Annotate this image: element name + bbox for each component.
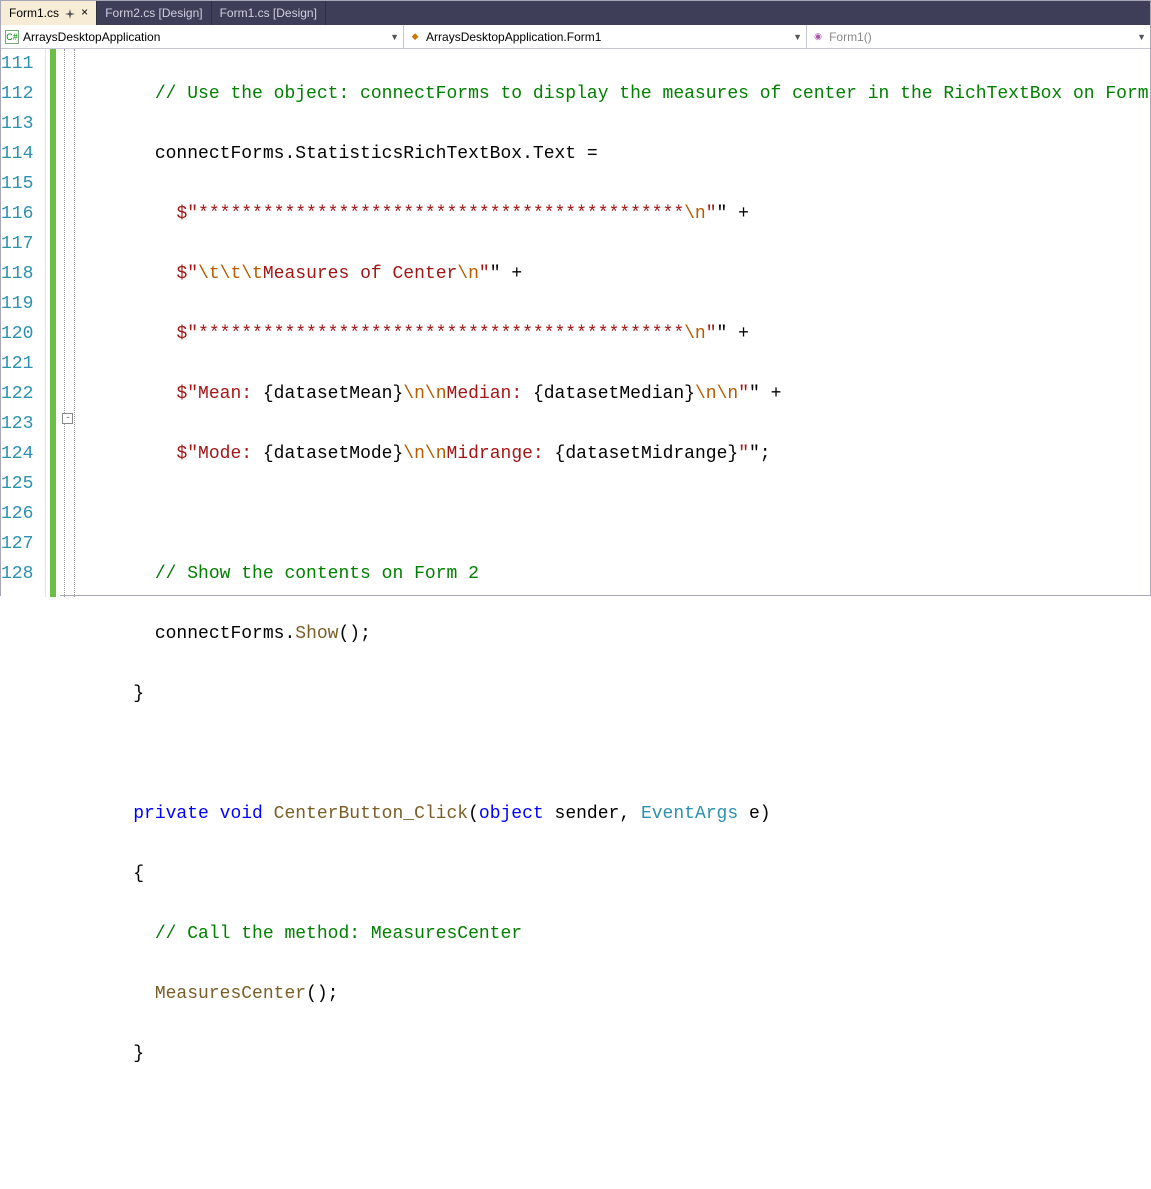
navigation-bar: C# ArraysDesktopApplication ▼ ◆ ArraysDe… xyxy=(1,25,1150,49)
code-line[interactable]: { xyxy=(68,859,1151,889)
csharp-icon: C# xyxy=(5,30,19,44)
code-line[interactable]: connectForms.Show(); xyxy=(68,619,1151,649)
nav-member-dropdown[interactable]: ◉ Form1() ▼ xyxy=(807,25,1150,48)
code-editor[interactable]: 1111121131141151161171181191201211221231… xyxy=(1,49,1150,597)
code-line[interactable] xyxy=(68,1099,1151,1129)
code-line[interactable]: MeasuresCenter(); xyxy=(68,979,1151,1009)
code-line[interactable]: // Call the method: MeasuresCenter xyxy=(68,919,1151,949)
chevron-down-icon: ▼ xyxy=(390,32,399,42)
code-line[interactable]: connectForms.StatisticsRichTextBox.Text … xyxy=(68,139,1151,169)
code-line[interactable]: // Use the object: connectForms to displ… xyxy=(68,79,1151,109)
code-line[interactable]: // Show the contents on Form 2 xyxy=(68,559,1151,589)
code-line[interactable]: $"Mode: {datasetMode}\n\nMidrange: {data… xyxy=(68,439,1151,469)
tab-label: Form1.cs [Design] xyxy=(220,6,317,20)
tab-form1-cs[interactable]: Form1.cs × xyxy=(1,1,97,25)
document-tabs: Form1.cs × Form2.cs [Design] Form1.cs [D… xyxy=(1,1,1150,25)
line-numbers: 1111121131141151161171181191201211221231… xyxy=(1,49,46,597)
class-icon: ◆ xyxy=(408,30,422,44)
code-line[interactable]: $"\t\t\tMeasures of Center\n"" + xyxy=(68,259,1151,289)
tab-label: Form2.cs [Design] xyxy=(105,6,202,20)
code-body[interactable]: // Use the object: connectForms to displ… xyxy=(60,49,1151,597)
code-line[interactable] xyxy=(68,739,1151,769)
nav-scope-dropdown[interactable]: C# ArraysDesktopApplication ▼ xyxy=(1,25,404,48)
method-icon: ◉ xyxy=(811,30,825,44)
tab-form2-design[interactable]: Form2.cs [Design] xyxy=(97,1,211,25)
close-icon[interactable]: × xyxy=(81,6,88,20)
code-line[interactable]: $"**************************************… xyxy=(68,319,1151,349)
tab-label: Form1.cs xyxy=(9,6,59,20)
code-line[interactable]: $"**************************************… xyxy=(68,199,1151,229)
chevron-down-icon: ▼ xyxy=(793,32,802,42)
pin-icon[interactable] xyxy=(65,8,75,18)
code-line[interactable] xyxy=(68,499,1151,529)
nav-member-label: Form1() xyxy=(829,30,872,44)
code-line[interactable]: private void CenterButton_Click(object s… xyxy=(68,799,1151,829)
tab-form1-design[interactable]: Form1.cs [Design] xyxy=(212,1,326,25)
code-line[interactable]: $"Mean: {datasetMean}\n\nMedian: {datase… xyxy=(68,379,1151,409)
nav-scope-label: ArraysDesktopApplication xyxy=(23,30,160,44)
nav-type-dropdown[interactable]: ◆ ArraysDesktopApplication.Form1 ▼ xyxy=(404,25,807,48)
chevron-down-icon: ▼ xyxy=(1137,32,1146,42)
nav-type-label: ArraysDesktopApplication.Form1 xyxy=(426,30,601,44)
change-bars xyxy=(46,49,60,597)
code-line[interactable]: } xyxy=(68,1039,1151,1069)
code-line[interactable]: } xyxy=(68,679,1151,709)
fold-toggle-icon[interactable]: - xyxy=(62,413,73,424)
